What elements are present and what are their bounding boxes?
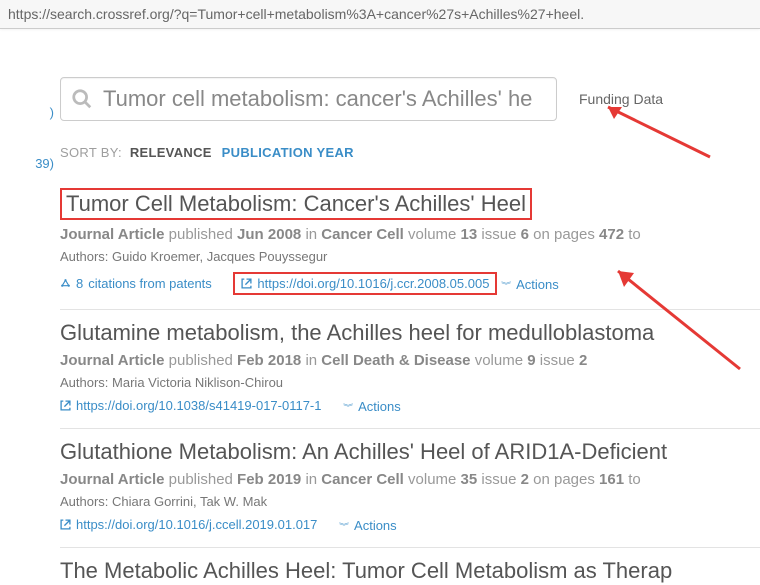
result-item: Tumor Cell Metabolism: Cancer's Achilles… <box>60 178 760 310</box>
result-item: The Metabolic Achilles Heel: Tumor Cell … <box>60 548 760 585</box>
result-item: Glutamine metabolism, the Achilles heel … <box>60 310 760 429</box>
result-meta: Journal Article published Feb 2019 in Ca… <box>60 471 760 488</box>
chevron-down-icon: ︾ <box>339 520 349 531</box>
actions-menu[interactable]: ︾Actions <box>343 399 401 414</box>
actions-menu[interactable]: ︾Actions <box>339 518 397 533</box>
result-authors: Authors: Chiara Gorrini, Tak W. Mak <box>60 494 760 509</box>
search-icon <box>71 88 93 110</box>
chevron-down-icon: ︾ <box>501 279 511 290</box>
sort-relevance[interactable]: RELEVANCE <box>130 145 212 160</box>
result-authors: Authors: Maria Victoria Niklison-Chirou <box>60 375 760 390</box>
result-authors: Authors: Guido Kroemer, Jacques Pouysseg… <box>60 249 760 264</box>
facet-sidebar: ) 39) <box>0 29 60 585</box>
doi-link[interactable]: https://doi.org/10.1016/j.ccr.2008.05.00… <box>241 276 489 291</box>
doi-link[interactable]: https://doi.org/10.1016/j.ccell.2019.01.… <box>60 517 317 532</box>
results-list: Tumor Cell Metabolism: Cancer's Achilles… <box>60 178 760 585</box>
star-net-icon <box>60 278 71 289</box>
doi-link[interactable]: https://doi.org/10.1038/s41419-017-0117-… <box>60 398 322 413</box>
sort-label: SORT BY: <box>60 145 122 160</box>
funding-data-link[interactable]: Funding Data <box>579 91 663 107</box>
facet-item[interactable]: 39) <box>0 156 54 171</box>
external-link-icon <box>60 519 71 530</box>
sort-bar: SORT BY: RELEVANCE PUBLICATION YEAR <box>60 145 760 160</box>
result-meta: Journal Article published Feb 2018 in Ce… <box>60 352 760 369</box>
chevron-down-icon: ︾ <box>343 401 353 412</box>
search-input[interactable] <box>101 85 546 113</box>
result-title[interactable]: Glutamine metabolism, the Achilles heel … <box>60 320 760 346</box>
external-link-icon <box>241 278 252 289</box>
actions-menu[interactable]: ︾Actions <box>501 277 559 292</box>
sort-publication-year[interactable]: PUBLICATION YEAR <box>222 145 354 160</box>
citations-link[interactable]: 8 citations from patents <box>60 276 212 291</box>
result-title[interactable]: The Metabolic Achilles Heel: Tumor Cell … <box>60 558 760 584</box>
result-title[interactable]: Tumor Cell Metabolism: Cancer's Achilles… <box>60 188 532 220</box>
search-box[interactable] <box>60 77 557 121</box>
result-item: Glutathione Metabolism: An Achilles' Hee… <box>60 429 760 548</box>
external-link-icon <box>60 400 71 411</box>
result-title[interactable]: Glutathione Metabolism: An Achilles' Hee… <box>60 439 760 465</box>
browser-url-bar[interactable]: https://search.crossref.org/?q=Tumor+cel… <box>0 0 760 29</box>
result-meta: Journal Article published Jun 2008 in Ca… <box>60 226 760 243</box>
facet-item[interactable]: ) <box>0 105 54 120</box>
